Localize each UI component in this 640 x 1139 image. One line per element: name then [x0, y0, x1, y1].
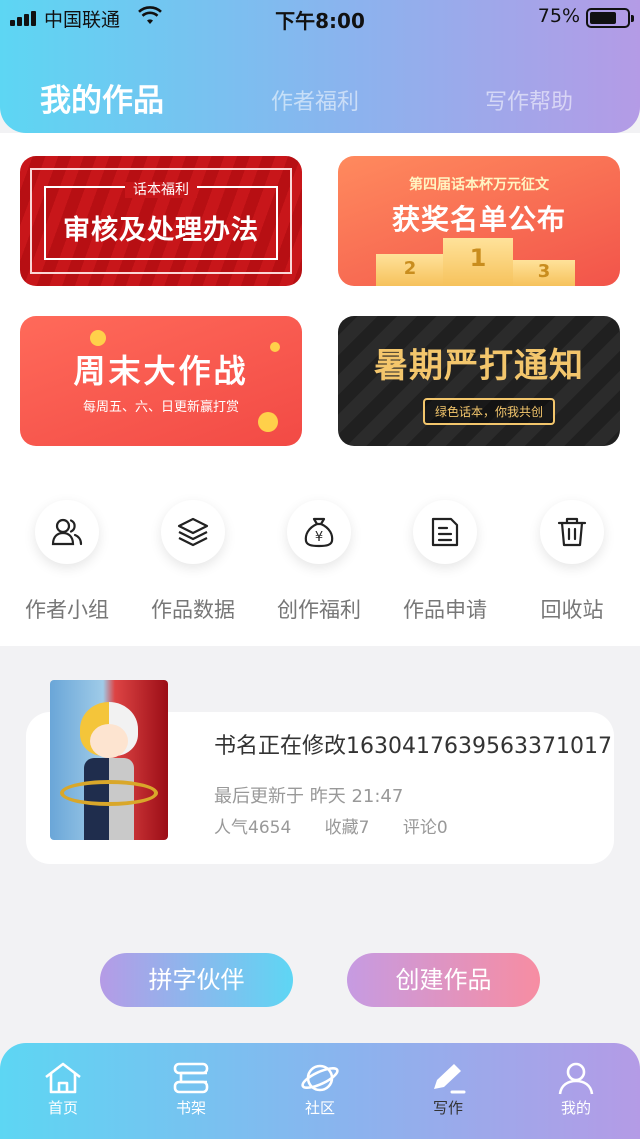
money-bag-icon: ¥	[304, 517, 334, 548]
banner-subtitle: 第四届话本杯万元征文	[409, 177, 549, 193]
banner-title: 获奖名单公布	[391, 203, 566, 236]
favorites-count: 收藏7	[324, 818, 370, 838]
tool-label: 作者小组	[25, 598, 109, 622]
nav-label: 首页	[47, 1099, 78, 1117]
coin-icon	[258, 412, 278, 432]
header-tabs: 我的作品 作者福利 写作帮助	[0, 70, 640, 120]
tool-recycle-bin[interactable]: 回收站	[512, 500, 632, 624]
bookshelf-icon	[173, 1062, 209, 1094]
podium-second: 2	[376, 254, 444, 286]
nav-write[interactable]: 写作	[408, 1061, 488, 1118]
document-icon	[431, 517, 459, 547]
header: 中国联通 下午8:00 75% 我的作品 作者福利 写作帮助	[0, 0, 640, 133]
book-stats: 人气4654 收藏7 评论0	[214, 813, 476, 838]
bottom-nav: 首页 书架 社区 写作 我的	[0, 1043, 640, 1139]
nav-label: 我的	[560, 1099, 591, 1117]
popularity-count: 人气4654	[214, 818, 292, 838]
profile-icon	[558, 1062, 594, 1095]
nav-label: 书架	[175, 1099, 206, 1117]
trash-icon	[557, 517, 587, 547]
svg-text:¥: ¥	[315, 530, 323, 545]
tool-label: 作品数据	[151, 598, 235, 622]
tool-label: 作品申请	[403, 598, 487, 622]
banner-weekend-battle[interactable]: 周末大作战 每周五、六、日更新赢打赏	[20, 316, 302, 446]
podium-first: 1	[443, 238, 513, 286]
pen-icon	[434, 1064, 466, 1094]
nav-profile[interactable]: 我的	[536, 1061, 616, 1118]
nav-label: 社区	[304, 1099, 335, 1117]
book-cover[interactable]	[50, 680, 168, 840]
tool-creation-benefits[interactable]: ¥ 创作福利	[259, 500, 379, 624]
create-work-button[interactable]: 创建作品	[347, 953, 540, 1007]
planet-icon	[301, 1064, 339, 1092]
nav-community[interactable]: 社区	[280, 1061, 360, 1118]
comments-count: 评论0	[402, 818, 448, 838]
tab-writing-help[interactable]: 写作帮助	[485, 84, 573, 116]
tab-author-benefits[interactable]: 作者福利	[271, 84, 359, 116]
banner-tag: 话本福利	[125, 182, 197, 198]
tab-my-works[interactable]: 我的作品	[40, 75, 164, 120]
tool-label: 回收站	[540, 598, 604, 622]
last-updated: 最后更新于 昨天 21:47	[214, 786, 404, 807]
tool-author-group[interactable]: 作者小组	[7, 500, 127, 624]
layers-icon	[177, 517, 209, 547]
battery-percent: 75%	[537, 5, 580, 27]
book-title[interactable]: 书名正在修改1630417639563371017	[214, 728, 612, 760]
tool-label: 创作福利	[277, 598, 361, 622]
status-bar: 中国联通 下午8:00 75%	[0, 0, 640, 36]
tool-work-application[interactable]: 作品申请	[385, 500, 505, 624]
tool-work-data[interactable]: 作品数据	[133, 500, 253, 624]
nav-bookshelf[interactable]: 书架	[151, 1061, 231, 1118]
banner-title: 周末大作战	[73, 352, 249, 390]
banner-review-policy[interactable]: 话本福利 审核及处理办法	[20, 156, 302, 286]
banner-subtitle: 每周五、六、日更新赢打赏	[82, 400, 239, 415]
podium-third: 3	[513, 260, 575, 286]
nav-home[interactable]: 首页	[23, 1061, 103, 1118]
battery-level	[590, 12, 616, 24]
coin-icon	[90, 330, 106, 346]
banner-subtitle: 绿色话本，你我共创	[423, 398, 556, 425]
banner-summer-crackdown[interactable]: 暑期严打通知 绿色话本，你我共创	[338, 316, 620, 446]
nav-label: 写作	[432, 1099, 463, 1117]
author-group-icon	[51, 518, 83, 546]
writing-partner-button[interactable]: 拼字伙伴	[100, 953, 293, 1007]
battery-icon	[586, 8, 634, 28]
banner-title: 暑期严打通知	[374, 346, 584, 386]
banner-award-list[interactable]: 第四届话本杯万元征文 获奖名单公布 2 1 3	[338, 156, 620, 286]
home-icon	[45, 1062, 81, 1094]
banner-title: 审核及处理办法	[63, 215, 259, 246]
